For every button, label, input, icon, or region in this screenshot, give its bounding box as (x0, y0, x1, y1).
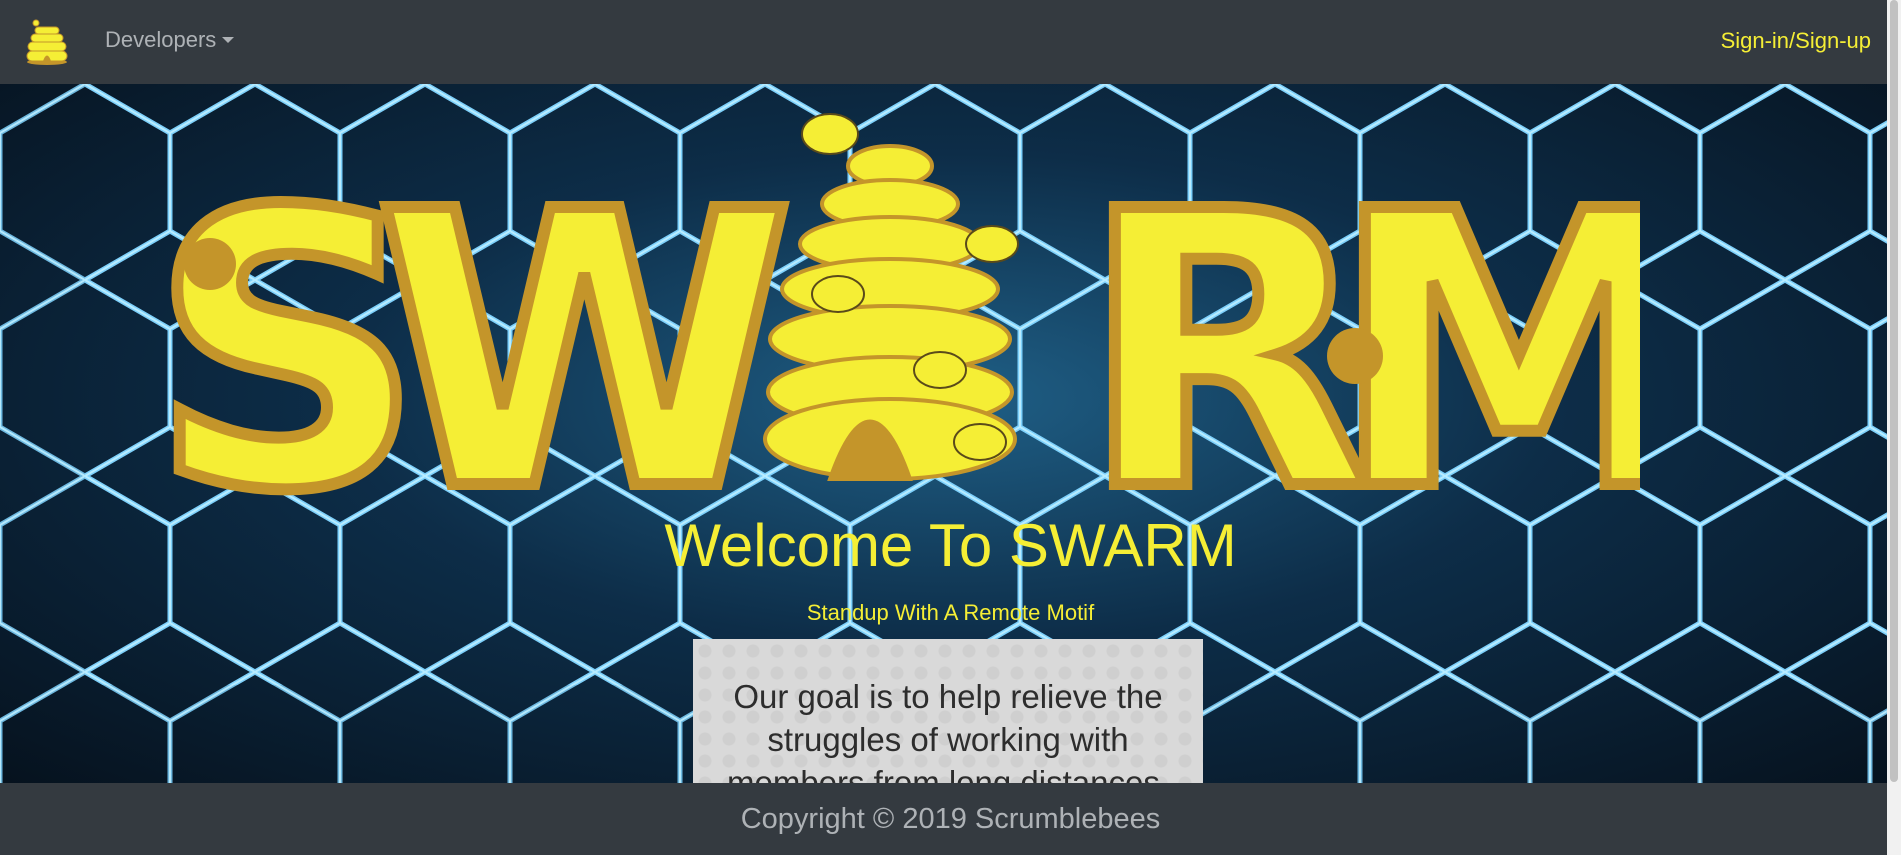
caret-down-icon (222, 37, 235, 43)
welcome-heading: Welcome To SWARM (664, 512, 1237, 579)
signin-link[interactable]: Sign-in/Sign-up (1721, 28, 1871, 54)
letter-w: W (375, 131, 794, 504)
developers-dropdown[interactable]: Developers (105, 27, 235, 53)
swarm-logo: S W R M (150, 113, 1640, 504)
developers-label: Developers (105, 27, 217, 52)
tagline: Standup With A Remote Motif (806, 600, 1095, 625)
hero-section: S W R M Welcome To SWARM Standup With A … (0, 84, 1901, 783)
letter-r: R (1080, 131, 1373, 504)
scrollbar-thumb[interactable] (1890, 0, 1898, 782)
goal-text: Our goal is to help relieve the struggle… (726, 678, 1169, 783)
footer: Copyright © 2019 Scrumblebees (0, 783, 1901, 855)
letter-m: M (1330, 131, 1640, 504)
navbar: Developers Sign-in/Sign-up (0, 0, 1901, 84)
beehive-icon (26, 19, 68, 65)
brand-logo[interactable] (24, 18, 70, 66)
page-scrollbar[interactable] (1887, 0, 1901, 855)
copyright-text: Copyright © 2019 Scrumblebees (740, 803, 1161, 835)
goal-card: Our goal is to help relieve the struggle… (693, 639, 1203, 783)
